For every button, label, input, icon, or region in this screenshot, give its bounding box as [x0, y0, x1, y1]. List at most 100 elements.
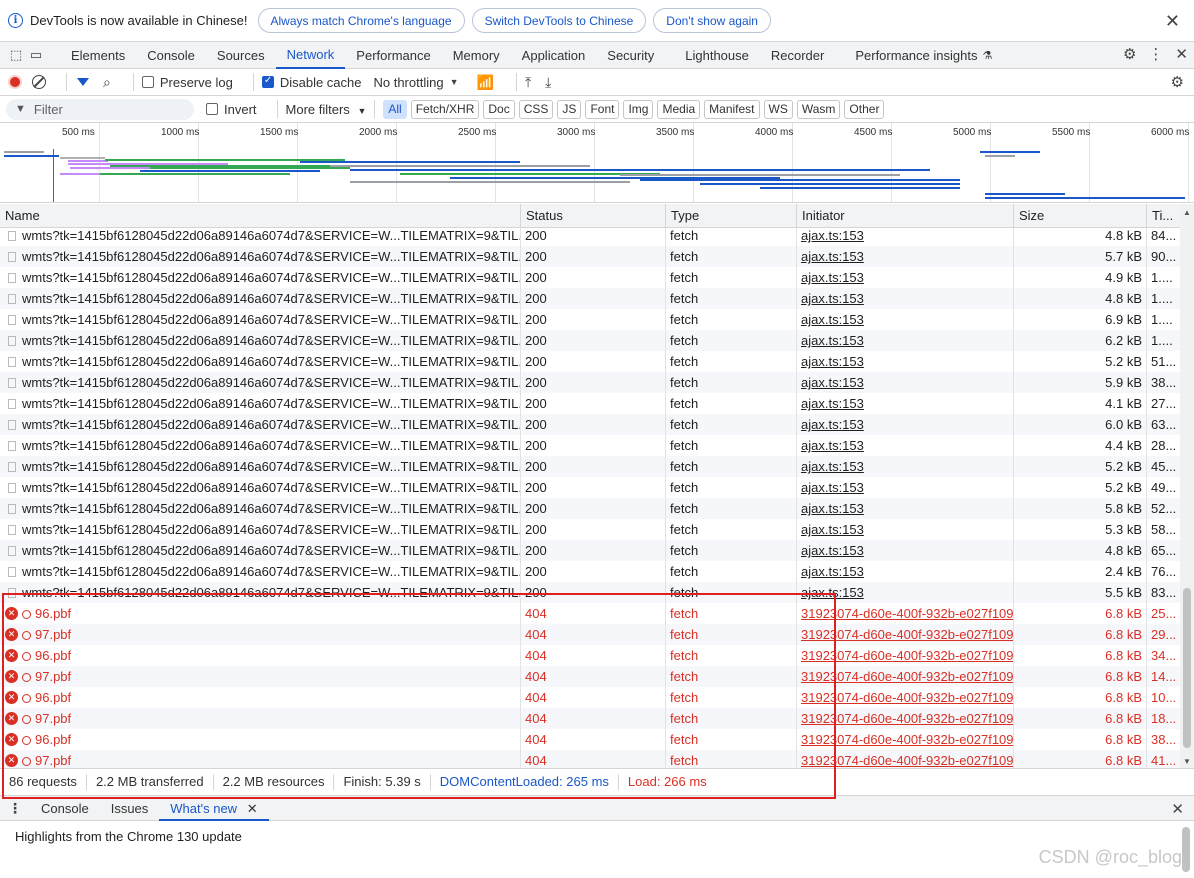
table-row[interactable]: ✕ 96.pbf 404 fetch 31923074-d60e-400f-932b-e…: [0, 729, 1180, 750]
initiator-link[interactable]: ajax.ts:153: [797, 435, 1014, 456]
network-conditions-icon[interactable]: 📶: [477, 74, 494, 91]
table-row[interactable]: wmts?tk=1415bf6128045d22d06a89146a6074d7…: [0, 225, 1180, 246]
tab-console[interactable]: Console: [136, 42, 206, 69]
initiator-link[interactable]: ajax.ts:153: [797, 414, 1014, 435]
initiator-link[interactable]: 31923074-d60e-400f-932b-e027f109: [797, 645, 1014, 666]
table-row[interactable]: wmts?tk=1415bf6128045d22d06a89146a6074d7…: [0, 519, 1180, 540]
export-har-icon[interactable]: ⤓: [545, 74, 551, 91]
tab-performance[interactable]: Performance: [345, 42, 441, 69]
chevron-down-icon[interactable]: ▼: [450, 77, 459, 87]
table-row[interactable]: wmts?tk=1415bf6128045d22d06a89146a6074d7…: [0, 288, 1180, 309]
drawer-tab-whats-new[interactable]: What's new ✕: [159, 796, 269, 821]
table-row[interactable]: wmts?tk=1415bf6128045d22d06a89146a6074d7…: [0, 561, 1180, 582]
type-filter-font[interactable]: Font: [585, 99, 620, 119]
initiator-link[interactable]: 31923074-d60e-400f-932b-e027f109: [797, 687, 1014, 708]
type-filter-img[interactable]: Img: [623, 99, 654, 119]
switch-chinese-button[interactable]: Switch DevTools to Chinese: [471, 8, 647, 33]
drawer-tab-console[interactable]: Console: [30, 796, 100, 821]
close-tab-icon[interactable]: ✕: [247, 801, 258, 816]
close-devtools-icon[interactable]: ✕: [1175, 45, 1188, 63]
table-row[interactable]: wmts?tk=1415bf6128045d22d06a89146a6074d7…: [0, 540, 1180, 561]
tab-memory[interactable]: Memory: [442, 42, 511, 69]
table-row[interactable]: wmts?tk=1415bf6128045d22d06a89146a6074d7…: [0, 330, 1180, 351]
network-overview-timeline[interactable]: 500 ms 1000 ms 1500 ms 2000 ms 2500 ms 3000 m…: [0, 123, 1194, 203]
more-filters-dropdown[interactable]: More filters ▼: [286, 102, 367, 117]
table-row[interactable]: wmts?tk=1415bf6128045d22d06a89146a6074d7…: [0, 414, 1180, 435]
initiator-link[interactable]: ajax.ts:153: [797, 309, 1014, 330]
tab-performance-insights[interactable]: Performance insights ⚗: [835, 42, 1003, 69]
initiator-link[interactable]: 31923074-d60e-400f-932b-e027f109: [797, 624, 1014, 645]
table-row[interactable]: ✕ 97.pbf 404 fetch 31923074-d60e-400f-932b-e…: [0, 666, 1180, 687]
type-filter-ws[interactable]: WS: [763, 99, 793, 119]
drawer-menu-icon[interactable]: ⋮: [0, 800, 30, 817]
scrollbar-thumb[interactable]: [1183, 588, 1191, 748]
tab-lighthouse[interactable]: Lighthouse: [665, 42, 760, 69]
table-row[interactable]: ✕ 97.pbf 404 fetch 31923074-d60e-400f-932b-e…: [0, 624, 1180, 645]
disable-cache-checkbox[interactable]: [261, 75, 274, 88]
table-row[interactable]: ✕ 96.pbf 404 fetch 31923074-d60e-400f-932b-e…: [0, 687, 1180, 708]
device-toolbar-icon[interactable]: ▭: [26, 45, 46, 65]
throttling-select[interactable]: No throttling: [373, 75, 443, 90]
initiator-link[interactable]: ajax.ts:153: [797, 393, 1014, 414]
search-icon[interactable]: ⌕: [103, 74, 111, 91]
type-filter-css[interactable]: CSS: [518, 99, 554, 119]
table-row[interactable]: ✕ 97.pbf 404 fetch 31923074-d60e-400f-932b-e…: [0, 750, 1180, 768]
table-row[interactable]: ✕ 96.pbf 404 fetch 31923074-d60e-400f-932b-e…: [0, 645, 1180, 666]
close-drawer-icon[interactable]: ✕: [1171, 800, 1184, 818]
initiator-link[interactable]: ajax.ts:153: [797, 225, 1014, 246]
preserve-log-checkbox[interactable]: [141, 76, 154, 88]
filter-funnel-icon[interactable]: [77, 78, 89, 86]
invert-checkbox[interactable]: [206, 103, 218, 115]
initiator-link[interactable]: ajax.ts:153: [797, 351, 1014, 372]
network-settings-icon[interactable]: ⚙: [1171, 73, 1184, 91]
initiator-link[interactable]: ajax.ts:153: [797, 246, 1014, 267]
clear-icon[interactable]: [32, 75, 46, 89]
tab-security[interactable]: Security: [596, 42, 665, 69]
initiator-link[interactable]: ajax.ts:153: [797, 456, 1014, 477]
more-options-icon[interactable]: ⋮: [1148, 45, 1163, 63]
initiator-link[interactable]: ajax.ts:153: [797, 519, 1014, 540]
drawer-scrollbar[interactable]: [1182, 827, 1190, 872]
initiator-link[interactable]: 31923074-d60e-400f-932b-e027f109: [797, 666, 1014, 687]
initiator-link[interactable]: ajax.ts:153: [797, 288, 1014, 309]
scroll-up-icon[interactable]: ▲: [1183, 208, 1191, 217]
initiator-link[interactable]: 31923074-d60e-400f-932b-e027f109: [797, 750, 1014, 768]
tab-application[interactable]: Application: [511, 42, 597, 69]
drawer-tab-issues[interactable]: Issues: [100, 796, 160, 821]
initiator-link[interactable]: ajax.ts:153: [797, 477, 1014, 498]
table-row[interactable]: wmts?tk=1415bf6128045d22d06a89146a6074d7…: [0, 582, 1180, 603]
tab-network[interactable]: Network: [275, 42, 346, 69]
initiator-link[interactable]: ajax.ts:153: [797, 561, 1014, 582]
initiator-link[interactable]: ajax.ts:153: [797, 330, 1014, 351]
inspect-element-icon[interactable]: ⬚: [6, 45, 26, 65]
dont-show-again-button[interactable]: Don't show again: [653, 8, 771, 33]
type-filter-doc[interactable]: Doc: [483, 99, 515, 119]
match-language-button[interactable]: Always match Chrome's language: [257, 8, 465, 33]
table-row[interactable]: ✕ 97.pbf 404 fetch 31923074-d60e-400f-932b-e…: [0, 708, 1180, 729]
table-row[interactable]: wmts?tk=1415bf6128045d22d06a89146a6074d7…: [0, 372, 1180, 393]
table-scrollbar[interactable]: ▲ ▼: [1180, 204, 1194, 768]
tab-sources[interactable]: Sources: [206, 42, 276, 69]
type-filter-other[interactable]: Other: [844, 99, 885, 119]
table-row[interactable]: wmts?tk=1415bf6128045d22d06a89146a6074d7…: [0, 351, 1180, 372]
table-row[interactable]: wmts?tk=1415bf6128045d22d06a89146a6074d7…: [0, 477, 1180, 498]
filter-input[interactable]: ▼ Filter: [6, 98, 194, 120]
table-row[interactable]: wmts?tk=1415bf6128045d22d06a89146a6074d7…: [0, 246, 1180, 267]
tab-elements[interactable]: Elements: [60, 42, 136, 69]
table-row[interactable]: wmts?tk=1415bf6128045d22d06a89146a6074d7…: [0, 498, 1180, 519]
initiator-link[interactable]: ajax.ts:153: [797, 582, 1014, 603]
close-icon[interactable]: ✕: [1165, 11, 1180, 32]
table-row[interactable]: wmts?tk=1415bf6128045d22d06a89146a6074d7…: [0, 267, 1180, 288]
table-row[interactable]: wmts?tk=1415bf6128045d22d06a89146a6074d7…: [0, 435, 1180, 456]
initiator-link[interactable]: ajax.ts:153: [797, 498, 1014, 519]
type-filter-manifest[interactable]: Manifest: [704, 99, 760, 119]
initiator-link[interactable]: 31923074-d60e-400f-932b-e027f109: [797, 603, 1014, 624]
import-har-icon[interactable]: ⤒: [525, 74, 531, 91]
type-filter-all[interactable]: All: [383, 99, 407, 119]
initiator-link[interactable]: ajax.ts:153: [797, 540, 1014, 561]
record-icon[interactable]: [8, 75, 22, 89]
initiator-link[interactable]: 31923074-d60e-400f-932b-e027f109: [797, 729, 1014, 750]
initiator-link[interactable]: ajax.ts:153: [797, 267, 1014, 288]
table-row[interactable]: wmts?tk=1415bf6128045d22d06a89146a6074d7…: [0, 456, 1180, 477]
type-filter-wasm[interactable]: Wasm: [796, 99, 841, 119]
